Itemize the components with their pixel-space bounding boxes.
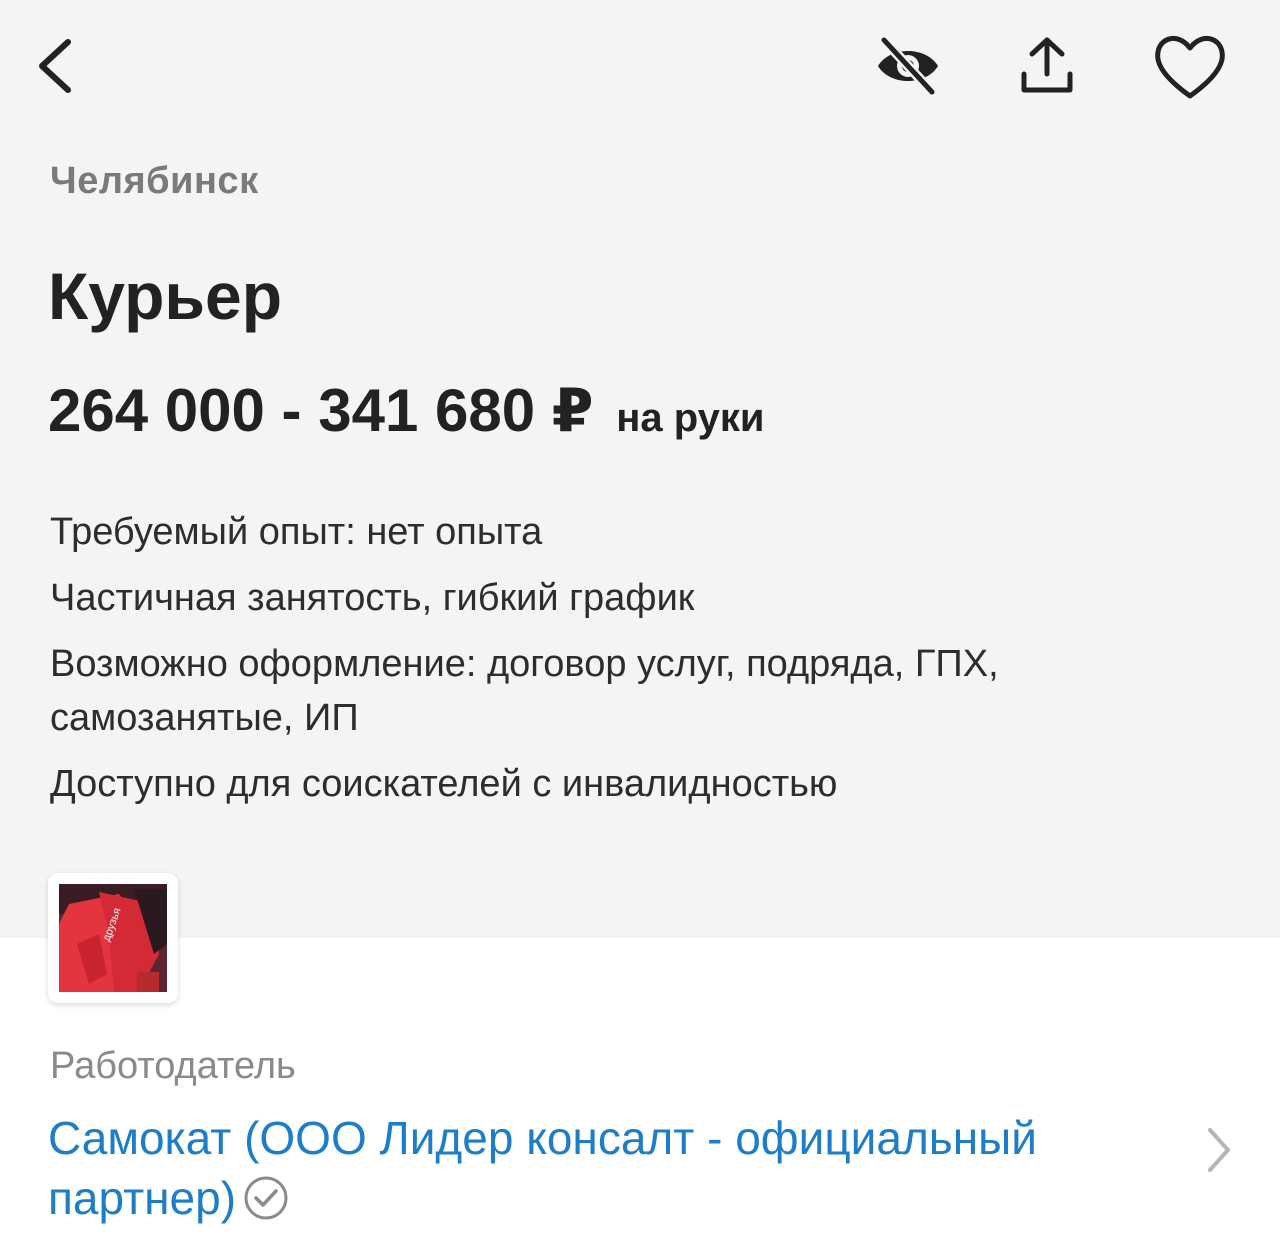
- detail-employment-type: Возможно оформление: договор услуг, подр…: [50, 643, 999, 739]
- vacancy-salary: 264 000 - 341 680 ₽ на руки: [48, 376, 764, 446]
- employer-logo[interactable]: друзья: [48, 873, 178, 1003]
- employer-name[interactable]: Самокат (ООО Лидер консалт - официальный…: [48, 1112, 1037, 1224]
- chevron-right-icon[interactable]: [1202, 1124, 1236, 1181]
- hide-vacancy-button[interactable]: [870, 30, 946, 102]
- verified-check-icon: [242, 1174, 290, 1236]
- detail-accessibility: Доступно для соискателей с инвалидностью: [50, 763, 838, 805]
- detail-schedule: Частичная занятость, гибкий график: [50, 577, 695, 619]
- employer-link[interactable]: Самокат (ООО Лидер консалт - официальный…: [48, 1108, 1168, 1236]
- vacancy-details: Требуемый опыт: нет опыта Частичная заня…: [50, 505, 1190, 823]
- employer-logo-image: друзья: [59, 884, 167, 992]
- salary-suffix: на руки: [616, 396, 765, 440]
- share-upload-icon: [1021, 37, 1073, 93]
- chevron-left-icon: [39, 39, 71, 93]
- eye-off-icon: [878, 35, 938, 97]
- heart-icon: [1155, 36, 1225, 99]
- detail-experience: Требуемый опыт: нет опыта: [50, 511, 543, 553]
- salary-range: 264 000 - 341 680 ₽: [48, 377, 594, 444]
- employer-label: Работодатель: [50, 1045, 296, 1087]
- back-button[interactable]: [28, 30, 84, 102]
- share-button[interactable]: [1012, 28, 1082, 100]
- vacancy-city: Челябинск: [50, 160, 259, 202]
- vacancy-title: Курьер: [48, 259, 283, 333]
- favorite-button[interactable]: [1150, 28, 1230, 104]
